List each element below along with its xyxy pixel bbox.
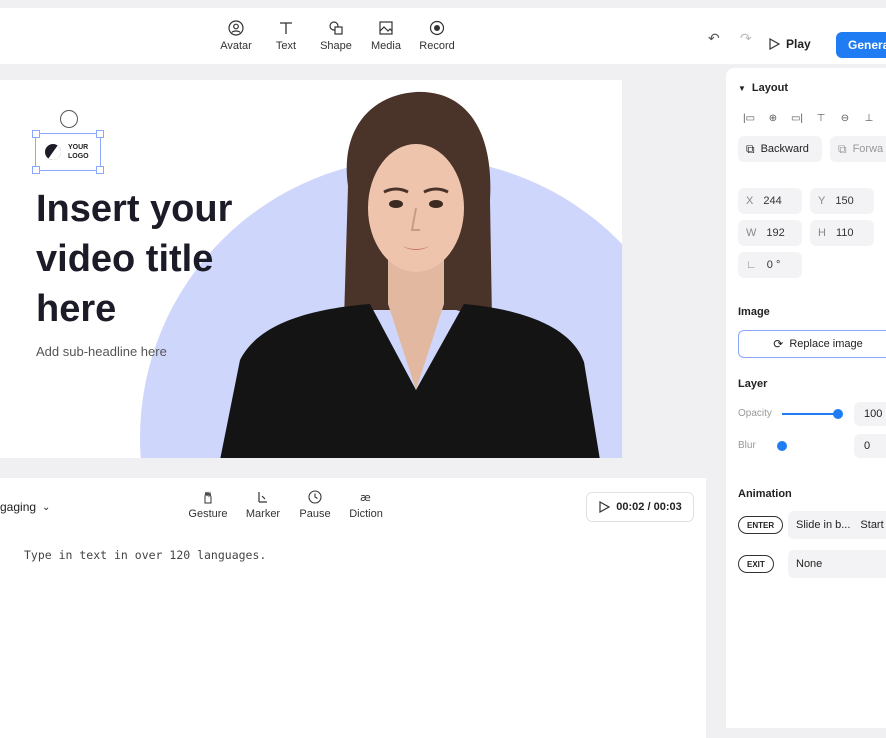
align-bottom-icon[interactable]: ⊥ bbox=[862, 112, 876, 126]
media-icon bbox=[379, 21, 393, 35]
send-backward-icon: ⧉ bbox=[746, 141, 755, 156]
align-center-h-icon[interactable]: ⊕ bbox=[766, 112, 780, 126]
rotation-field[interactable]: ∟ 0 ° bbox=[738, 252, 802, 278]
gesture-button[interactable]: Gesture bbox=[182, 490, 234, 520]
blur-slider-handle[interactable] bbox=[777, 441, 787, 451]
align-right-icon[interactable]: ▭| bbox=[790, 112, 804, 126]
text-icon bbox=[280, 22, 292, 34]
forward-button[interactable]: ⧉ Forwa bbox=[830, 136, 886, 162]
pause-label: Pause bbox=[299, 508, 331, 520]
voice-style-label: gaging bbox=[0, 500, 37, 514]
exit-badge: EXIT bbox=[738, 555, 774, 573]
generate-button[interactable]: Generat bbox=[836, 32, 886, 58]
video-subtitle[interactable]: Add sub-headline here bbox=[36, 344, 167, 359]
text-tool-label: Text bbox=[275, 40, 297, 52]
image-section-title: Image bbox=[738, 306, 770, 318]
blur-label: Blur bbox=[738, 440, 756, 451]
preview-timer-button[interactable]: 00:02 / 00:03 bbox=[586, 492, 694, 522]
generate-label: Generat bbox=[848, 38, 886, 52]
marker-label: Marker bbox=[245, 508, 281, 520]
avatar-icon bbox=[228, 20, 244, 36]
align-toolbar: |▭ ⊕ ▭| ⊤ ⊖ ⊥ bbox=[742, 112, 876, 126]
replace-image-label: Replace image bbox=[789, 338, 863, 350]
y-position-field[interactable]: Y 150 bbox=[810, 188, 874, 214]
redo-icon[interactable]: ↷ bbox=[740, 30, 752, 47]
properties-panel: ▼ Layout |▭ ⊕ ▭| ⊤ ⊖ ⊥ ⧉ Backward ⧉ Forwa… bbox=[726, 68, 886, 728]
shape-tool-button[interactable]: Shape bbox=[311, 20, 361, 52]
record-icon bbox=[429, 20, 445, 36]
media-tool-label: Media bbox=[371, 40, 401, 52]
media-tool-button[interactable]: Media bbox=[361, 20, 411, 52]
exit-animation-select[interactable]: None bbox=[788, 550, 886, 578]
marker-icon bbox=[258, 492, 267, 503]
video-canvas[interactable]: YOUR LOGO Insert your video title here Ad… bbox=[0, 80, 622, 458]
text-tool-button[interactable]: Text bbox=[261, 20, 311, 52]
play-icon bbox=[599, 501, 611, 513]
logo-placeholder[interactable]: YOUR LOGO bbox=[32, 130, 104, 174]
logo-text: YOUR LOGO bbox=[68, 144, 89, 160]
backward-button[interactable]: ⧉ Backward bbox=[738, 136, 822, 162]
opacity-value-field[interactable]: 100 bbox=[854, 402, 886, 426]
pause-button[interactable]: Pause bbox=[289, 490, 341, 520]
avatar-presenter[interactable] bbox=[220, 90, 600, 458]
timer-text: 00:02 / 00:03 bbox=[616, 501, 682, 513]
gesture-icon bbox=[204, 491, 212, 504]
forward-label: Forwa bbox=[852, 143, 884, 155]
shape-icon bbox=[329, 21, 343, 35]
diction-button[interactable]: æ Diction bbox=[340, 490, 392, 520]
script-input[interactable]: Type in text in over 120 languages. bbox=[24, 548, 266, 562]
diction-icon: æ bbox=[360, 491, 371, 504]
record-tool-button[interactable]: Record bbox=[412, 20, 462, 52]
voice-style-dropdown[interactable]: gaging ⌄ bbox=[0, 500, 50, 514]
pause-icon bbox=[308, 490, 322, 504]
layer-section-title: Layer bbox=[738, 378, 768, 390]
backward-label: Backward bbox=[760, 143, 809, 155]
refresh-icon: ⟳ bbox=[773, 337, 784, 351]
blur-value-field[interactable]: 0 bbox=[854, 434, 886, 458]
collapse-triangle-icon: ▼ bbox=[738, 84, 746, 93]
height-field[interactable]: H 110 bbox=[810, 220, 874, 246]
top-toolbar: Avatar Text Shape Media Record ↶ ↷ Play … bbox=[0, 8, 886, 64]
avatar-tool-button[interactable]: Avatar bbox=[211, 20, 261, 52]
rotation-icon: ∟ bbox=[746, 259, 757, 271]
enter-animation-select[interactable]: Slide in b... Start bbox=[788, 511, 886, 539]
align-left-icon[interactable]: |▭ bbox=[742, 112, 756, 126]
script-editor: gaging ⌄ Gesture Marker Pause æ Diction … bbox=[0, 478, 706, 738]
diction-label: Diction bbox=[349, 508, 383, 520]
align-center-v-icon[interactable]: ⊖ bbox=[838, 112, 852, 126]
gesture-label: Gesture bbox=[188, 508, 228, 520]
x-position-field[interactable]: X 244 bbox=[738, 188, 802, 214]
align-top-icon[interactable]: ⊤ bbox=[814, 112, 828, 126]
bring-forward-icon: ⧉ bbox=[838, 141, 847, 156]
enter-badge: ENTER bbox=[738, 516, 784, 534]
opacity-slider-handle[interactable] bbox=[833, 409, 843, 419]
opacity-slider-track[interactable] bbox=[782, 413, 838, 415]
layout-section-title[interactable]: ▼ Layout bbox=[738, 82, 788, 94]
chevron-down-icon: ⌄ bbox=[42, 501, 51, 513]
undo-icon[interactable]: ↶ bbox=[708, 30, 720, 47]
marker-button[interactable]: Marker bbox=[237, 490, 289, 520]
record-tool-label: Record bbox=[419, 40, 455, 52]
avatar-tool-label: Avatar bbox=[220, 40, 252, 52]
play-button[interactable]: Play bbox=[768, 32, 822, 56]
svg-text:æ: æ bbox=[360, 491, 371, 504]
shape-tool-label: Shape bbox=[320, 40, 352, 52]
logo-mark-icon bbox=[45, 144, 61, 160]
opacity-label: Opacity bbox=[738, 408, 772, 419]
play-icon bbox=[769, 38, 780, 50]
width-field[interactable]: W 192 bbox=[738, 220, 802, 246]
play-label: Play bbox=[786, 37, 811, 51]
replace-image-button[interactable]: ⟳ Replace image bbox=[738, 330, 886, 358]
animation-section-title: Animation bbox=[738, 488, 792, 500]
rotate-handle-icon[interactable] bbox=[60, 110, 78, 128]
